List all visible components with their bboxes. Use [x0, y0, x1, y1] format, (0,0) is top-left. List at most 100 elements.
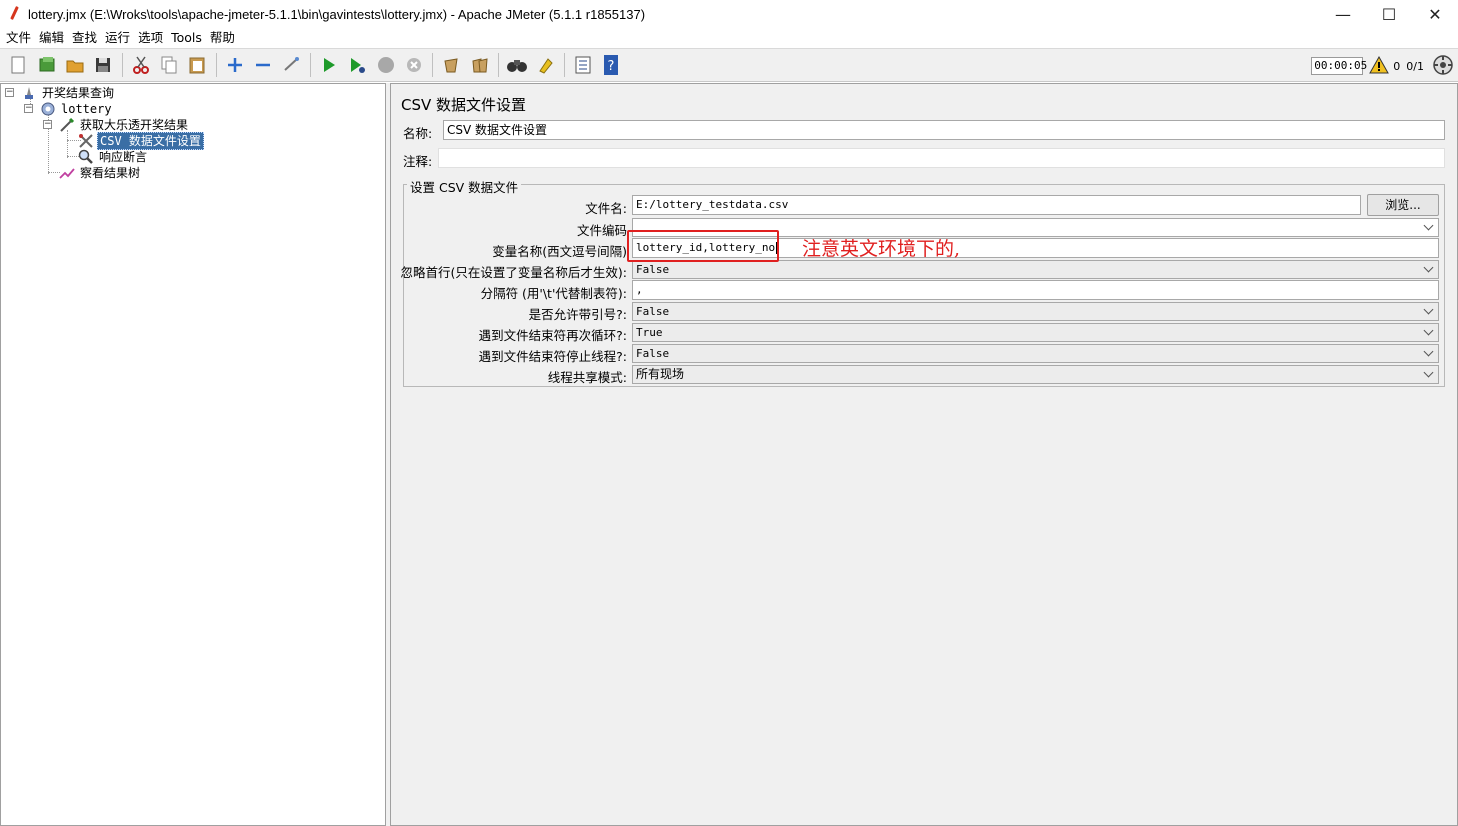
test-plan-tree: − 开奖结果查询 − lottery − 获取大乐透开奖结果 CSV 数据文件设…	[0, 83, 386, 826]
varnames-label: 变量名称(西文逗号间隔)	[492, 244, 627, 259]
tree-node-label: CSV 数据文件设置	[97, 132, 204, 150]
tree-node-test-plan[interactable]: 开奖结果查询	[21, 85, 116, 101]
close-button[interactable]: ✕	[1412, 0, 1458, 28]
toolbar-separator	[563, 53, 565, 77]
stop-thread-eof-label: 遇到文件结束符停止线程?:	[478, 349, 627, 364]
ignore-first-line-value: False	[636, 263, 670, 276]
menu-file[interactable]: 文件	[2, 28, 35, 48]
tree-node-thread-group[interactable]: lottery	[40, 101, 114, 117]
start-icon[interactable]	[317, 53, 341, 77]
chevron-down-icon	[1423, 346, 1434, 357]
window-controls: — ☐ ✕	[1320, 0, 1458, 28]
svg-text:?: ?	[608, 59, 615, 74]
tree-expander-http-sampler[interactable]: −	[43, 120, 52, 129]
ignore-first-line-select[interactable]: False	[632, 260, 1439, 279]
tree-node-csv-data-set[interactable]: CSV 数据文件设置	[78, 132, 204, 150]
shutdown-icon[interactable]	[402, 53, 426, 77]
allow-quoted-value: False	[636, 305, 670, 318]
delimiter-label: 分隔符 (用'\t'代替制表符):	[480, 286, 627, 301]
recycle-eof-select[interactable]: True	[632, 323, 1439, 342]
save-icon[interactable]	[91, 53, 115, 77]
paste-icon[interactable]	[185, 53, 209, 77]
tree-node-view-results-tree[interactable]: 察看结果树	[59, 165, 142, 181]
menu-tools[interactable]: Tools	[167, 28, 206, 48]
name-label: 名称:	[403, 126, 433, 141]
chevron-down-icon	[1423, 367, 1434, 378]
encoding-label: 文件编码	[576, 223, 627, 238]
comment-input[interactable]	[438, 148, 1445, 168]
filename-input[interactable]: E:/lottery_testdata.csv	[632, 195, 1361, 215]
expand-all-icon[interactable]	[223, 53, 247, 77]
chevron-down-icon	[1423, 304, 1434, 315]
recycle-eof-label: 遇到文件结束符再次循环?:	[478, 328, 627, 343]
tree-node-label: 响应断言	[99, 150, 148, 164]
toggle-icon[interactable]	[280, 53, 304, 77]
templates-icon[interactable]	[35, 53, 59, 77]
sharing-mode-label: 线程共享模式:	[547, 370, 627, 385]
tree-node-http-sampler[interactable]: 获取大乐透开奖结果	[59, 117, 190, 133]
chevron-down-icon	[1423, 262, 1434, 273]
annotation-highlight-box	[627, 230, 779, 262]
panel-title: CSV 数据文件设置	[401, 96, 527, 114]
tree-expander-thread-group[interactable]: −	[24, 104, 33, 113]
new-icon[interactable]	[6, 53, 30, 77]
toolbar-separator	[121, 53, 123, 77]
chevron-down-icon	[1423, 325, 1434, 336]
minimize-button[interactable]: —	[1320, 0, 1366, 28]
browse-button[interactable]: 浏览...	[1367, 194, 1439, 216]
tree-node-label: lottery	[61, 102, 112, 116]
csv-config-panel: CSV 数据文件设置 名称: CSV 数据文件设置 注释: 设置 CSV 数据文…	[390, 83, 1458, 826]
open-icon[interactable]	[63, 53, 87, 77]
toolbar-separator	[498, 53, 499, 77]
clear-icon[interactable]	[439, 53, 463, 77]
jmeter-feather-icon	[8, 6, 22, 22]
toolbar-status: 00:00:05 0 0/1	[1311, 53, 1454, 79]
sampler-pipette-icon	[59, 117, 75, 133]
filename-label: 文件名:	[585, 201, 627, 216]
clear-all-icon[interactable]	[468, 53, 492, 77]
tree-node-label: 获取大乐透开奖结果	[80, 118, 189, 132]
window-title: lottery.jmx (E:\Wroks\tools\apache-jmete…	[28, 6, 646, 22]
toolbar-separator	[215, 53, 217, 77]
toolbar-separator	[309, 53, 311, 77]
name-input[interactable]: CSV 数据文件设置	[443, 120, 1445, 140]
delimiter-input[interactable]: ,	[632, 280, 1439, 300]
active-threads: 0/1	[1406, 59, 1424, 73]
chevron-down-icon	[1423, 220, 1434, 231]
annotation-note: 注意英文环境下的,	[802, 238, 961, 260]
menu-options[interactable]: 选项	[134, 28, 167, 48]
reset-search-icon[interactable]	[534, 53, 558, 77]
menu-run[interactable]: 运行	[101, 28, 134, 48]
tree-node-label: 察看结果树	[80, 166, 141, 180]
title-bar: lottery.jmx (E:\Wroks\tools\apache-jmete…	[0, 0, 1458, 28]
search-icon[interactable]	[505, 53, 529, 77]
stop-thread-eof-value: False	[636, 347, 670, 360]
menu-search[interactable]: 查找	[68, 28, 101, 48]
sharing-mode-select[interactable]: 所有现场	[632, 365, 1439, 384]
recycle-eof-value: True	[636, 326, 663, 339]
thread-group-gear-icon	[40, 101, 56, 117]
warning-count: 0	[1393, 59, 1401, 73]
tree-node-response-assertion[interactable]: 响应断言	[78, 149, 149, 165]
tree-expander-test-plan[interactable]: −	[5, 88, 14, 97]
menu-bar: 文件 编辑 查找 运行 选项 Tools 帮助	[0, 28, 1458, 48]
ignore-first-line-label: 忽略首行(只在设置了变量名称后才生效):	[400, 265, 627, 280]
stop-thread-eof-select[interactable]: False	[632, 344, 1439, 363]
toolbar-separator	[432, 53, 434, 77]
comment-label: 注释:	[403, 154, 433, 169]
start-no-pauses-icon[interactable]	[345, 53, 369, 77]
menu-help[interactable]: 帮助	[206, 28, 239, 48]
cut-icon[interactable]	[129, 53, 153, 77]
copy-icon[interactable]	[157, 53, 181, 77]
collapse-all-icon[interactable]	[251, 53, 275, 77]
warning-icon[interactable]	[1369, 55, 1390, 77]
allow-quoted-select[interactable]: False	[632, 302, 1439, 321]
maximize-button[interactable]: ☐	[1366, 0, 1412, 28]
stop-icon[interactable]	[374, 53, 398, 77]
menu-edit[interactable]: 编辑	[35, 28, 68, 48]
remote-indicator-icon	[1432, 54, 1454, 79]
tree-node-label: 开奖结果查询	[42, 86, 115, 100]
function-helper-icon[interactable]	[571, 53, 595, 77]
help-icon[interactable]: ?	[599, 53, 623, 77]
sharing-mode-value: 所有现场	[636, 367, 685, 381]
